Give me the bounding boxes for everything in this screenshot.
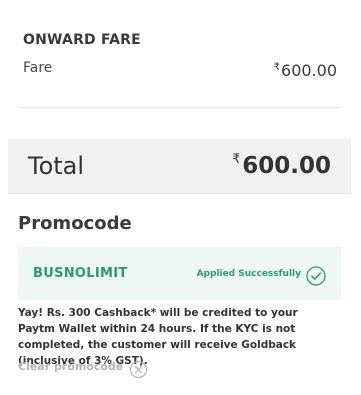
total-amount: ₹600.00 bbox=[232, 152, 331, 179]
rupee-icon: ₹ bbox=[273, 62, 281, 73]
total-amount-value: 600.00 bbox=[242, 153, 331, 179]
check-circle-icon bbox=[306, 266, 326, 286]
applied-promocode-box: BUSNOLIMIT Applied Successfully bbox=[18, 247, 341, 300]
onward-fare-heading: ONWARD FARE bbox=[23, 32, 141, 48]
promocode-status: Applied Successfully bbox=[196, 269, 301, 279]
fare-divider bbox=[18, 107, 341, 108]
booking-summary: ONWARD FARE Fare ₹600.00 Total ₹600.00 P… bbox=[0, 0, 361, 395]
fare-amount-value: 600.00 bbox=[281, 61, 337, 80]
fare-amount: ₹600.00 bbox=[274, 61, 337, 80]
clear-promocode-link[interactable]: Clear promocode bbox=[18, 360, 123, 373]
total-bar: Total ₹600.00 bbox=[8, 139, 351, 194]
promocode-value: BUSNOLIMIT bbox=[33, 266, 128, 281]
promocode-heading: Promocode bbox=[18, 213, 132, 234]
close-circle-icon[interactable] bbox=[129, 360, 148, 379]
rupee-icon: ₹ bbox=[231, 152, 241, 167]
total-label: Total bbox=[28, 152, 85, 180]
onward-fare-section: ONWARD FARE Fare ₹600.00 bbox=[0, 0, 361, 110]
fare-label: Fare bbox=[23, 60, 53, 76]
